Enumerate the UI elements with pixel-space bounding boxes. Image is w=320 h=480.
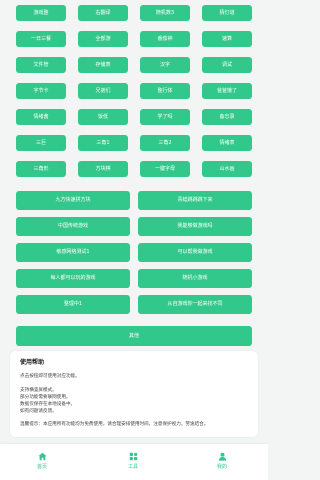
grid-button-28[interactable]: 山水画 <box>202 161 252 177</box>
wide-button-5[interactable]: 敏感网络测试1 <box>16 243 130 262</box>
grid-button-20[interactable]: 备忘录 <box>202 109 252 125</box>
grid-button-15[interactable]: 整行体 <box>140 83 190 99</box>
help-tip: 温馨提示：本应用所有功能均为免费使用，请合理安排使用时间，注意保护视力，劳逸结合… <box>20 422 209 427</box>
grid-button-21[interactable]: 三巨 <box>16 135 66 151</box>
help-card: 使用帮助 点击按钮即可使用对应功能。 支持横竖屏模式。 部分功能需要联网使用。 … <box>10 351 258 437</box>
wide-button-9[interactable]: 整理中1 <box>16 295 130 314</box>
category-icon <box>129 452 138 461</box>
wide-button-1[interactable]: 九方快速拼方块 <box>16 191 130 210</box>
grid-button-18[interactable]: 饭低 <box>78 109 128 125</box>
grid-button-9[interactable]: 文件管 <box>16 57 66 73</box>
grid-button-12[interactable]: 调试 <box>202 57 252 73</box>
grid-button-6[interactable]: 全部游 <box>78 31 128 47</box>
app-screen: 游戏整 右翻译 随机数3 猜灯谜 一日三餐 全部游 番茄钟 速算 文件管 存储表… <box>0 0 268 480</box>
grid-button-23[interactable]: 三角2 <box>140 135 190 151</box>
help-note: 数据仅保存在本地设备中。 <box>20 402 76 407</box>
help-title: 使用帮助 <box>20 359 45 366</box>
wide-button-3[interactable]: 中国传统游戏 <box>16 217 130 236</box>
grid-button-8[interactable]: 速算 <box>202 31 252 47</box>
wide-button-4[interactable]: 我能够做游戏吗 <box>138 217 252 236</box>
wide-button-2[interactable]: 青蛙跳跳跳下来 <box>138 191 252 210</box>
grid-button-11[interactable]: 汉字 <box>140 57 190 73</box>
grid-button-1[interactable]: 游戏整 <box>16 5 66 21</box>
grid-button-27[interactable]: 一键字母 <box>140 161 190 177</box>
grid-button-14[interactable]: 兄弟们 <box>78 83 128 99</box>
grid-button-5[interactable]: 一日三餐 <box>16 31 66 47</box>
bottom-nav: 首页 工具 我的 <box>0 444 268 480</box>
nav-item-home[interactable]: 首页 <box>22 444 62 480</box>
home-icon <box>38 452 47 461</box>
grid-button-24[interactable]: 情绪表 <box>202 135 252 151</box>
grid-button-4[interactable]: 猜灯谜 <box>202 5 252 21</box>
nav-label: 我的 <box>216 464 227 470</box>
grid-button-2[interactable]: 右翻译 <box>78 5 128 21</box>
wide-button-7[interactable]: 每人都可以玩的游戏 <box>16 269 130 288</box>
help-note: 部分功能需要联网使用。 <box>20 395 71 400</box>
grid-button-17[interactable]: 情绪酱 <box>16 109 66 125</box>
help-note: 如有问题请反馈。 <box>20 409 57 414</box>
help-note: 支持横竖屏模式。 <box>20 388 57 393</box>
grid-button-19[interactable]: 学了吗 <box>140 109 190 125</box>
grid-button-25[interactable]: 三角形 <box>16 161 66 177</box>
nav-item-tools[interactable]: 工具 <box>113 444 153 480</box>
wide-button-10[interactable]: 从自游戏你一起来找不同 <box>138 295 252 314</box>
grid-button-10[interactable]: 存储表 <box>78 57 128 73</box>
nav-label: 工具 <box>127 464 138 470</box>
help-intro: 点击按钮即可使用对应功能。 <box>20 374 80 379</box>
grid-button-16[interactable]: 爸爸饿了 <box>202 83 252 99</box>
wide-button-6[interactable]: 可以帮我做游戏 <box>138 243 252 262</box>
grid-button-22[interactable]: 三角1 <box>78 135 128 151</box>
grid-button-3[interactable]: 随机数3 <box>140 5 190 21</box>
grid-button-7[interactable]: 番茄钟 <box>140 31 190 47</box>
grid-button-26[interactable]: 方块棋 <box>78 161 128 177</box>
nav-label: 首页 <box>36 464 47 470</box>
grid-button-13[interactable]: 字节卡 <box>16 83 66 99</box>
user-icon <box>218 452 227 461</box>
other-button[interactable]: 其他 <box>16 326 252 346</box>
wide-button-8[interactable]: 随机小游戏 <box>138 269 252 288</box>
nav-item-profile[interactable]: 我的 <box>202 444 242 480</box>
